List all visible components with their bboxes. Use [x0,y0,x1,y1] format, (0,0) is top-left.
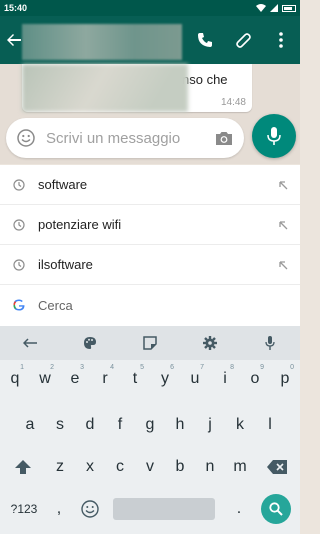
message-time: 14:48 [220,97,246,108]
blurred-message-region [22,64,188,112]
sticker-button[interactable] [120,326,180,360]
soft-keyboard: q1 w2 e3 r4 t5 y6 u7 i8 o9 p0 a s d f g … [0,326,300,534]
symbols-key[interactable]: ?123 [4,492,44,526]
key-r[interactable]: r4 [90,362,120,396]
status-icons [256,4,296,12]
call-button[interactable] [186,16,224,64]
key-a[interactable]: a [15,408,45,442]
key-w[interactable]: w2 [30,362,60,396]
emoji-icon [17,129,35,147]
backspace-icon [267,460,287,474]
settings-icon [203,336,217,350]
phone-icon [198,33,212,47]
key-u[interactable]: u7 [180,362,210,396]
key-h[interactable]: h [165,408,195,442]
voice-input-button[interactable] [240,326,300,360]
sticker-icon [143,336,157,350]
camera-icon [216,132,232,145]
key-c[interactable]: c [105,450,135,484]
space-key[interactable] [113,498,215,520]
key-q[interactable]: q1 [0,362,30,396]
camera-button[interactable] [204,118,244,158]
key-l[interactable]: l [255,408,285,442]
key-row-4: ?123 , . [0,492,300,526]
google-icon [13,299,25,311]
suggestion-label: ilsoftware [38,257,93,272]
fill-suggestion-button[interactable] [266,220,300,230]
comma-key[interactable]: , [46,492,72,526]
key-f[interactable]: f [105,408,135,442]
keyboard-toolbar [0,326,300,360]
key-e[interactable]: e3 [60,362,90,396]
period-key[interactable]: . [226,492,252,526]
emoji-button[interactable] [6,118,46,158]
north-west-arrow-icon [279,180,288,189]
key-o[interactable]: o9 [240,362,270,396]
history-icon [13,218,25,231]
keyboard-back-button[interactable] [0,326,60,360]
message-composer[interactable]: Scrivi un messaggio [6,118,244,158]
shift-icon [15,460,31,474]
fill-suggestion-button[interactable] [266,260,300,270]
key-g[interactable]: g [135,408,165,442]
fill-suggestion-button[interactable] [266,180,300,190]
mic-icon [267,127,281,145]
wifi-icon [256,4,266,12]
more-vert-icon [279,32,283,48]
battery-icon [282,4,296,12]
key-v[interactable]: v [135,450,165,484]
theme-button[interactable] [60,326,120,360]
more-options-button[interactable] [262,16,300,64]
status-bar: 15:40 [0,0,300,16]
mic-icon [265,336,275,350]
message-text: nso che [182,72,228,87]
google-search-label: Cerca [38,297,73,313]
search-suggestions: software potenziare wifi ilsoftware Cerc… [0,165,300,326]
key-x[interactable]: x [75,450,105,484]
attach-button[interactable] [224,16,262,64]
back-arrow-icon [7,34,21,46]
status-time: 15:40 [4,3,28,13]
message-input[interactable]: Scrivi un messaggio [46,130,204,147]
chat-app-bar [0,16,300,64]
history-icon [13,178,25,191]
search-action-key[interactable] [261,494,291,524]
paperclip-icon [236,33,251,48]
signal-icon [270,4,278,12]
key-n[interactable]: n [195,450,225,484]
north-west-arrow-icon [279,220,288,229]
blurred-contact-header[interactable] [22,24,182,60]
key-m[interactable]: m [225,450,255,484]
key-b[interactable]: b [165,450,195,484]
key-s[interactable]: s [45,408,75,442]
shift-key[interactable] [6,450,40,484]
key-k[interactable]: k [225,408,255,442]
google-search-row[interactable]: Cerca [0,285,300,325]
key-i[interactable]: i8 [210,362,240,396]
key-row-3: z x c v b n m [0,450,300,484]
key-d[interactable]: d [75,408,105,442]
suggestion-label: software [38,177,88,192]
key-row-1: q1 w2 e3 r4 t5 y6 u7 i8 o9 p0 [0,362,300,396]
suggestion-label: potenziare wifi [38,217,122,232]
key-t[interactable]: t5 [120,362,150,396]
back-arrow-icon [23,338,37,348]
key-j[interactable]: j [195,408,225,442]
emoji-icon [81,500,99,518]
history-icon [13,258,25,271]
backspace-key[interactable] [260,450,294,484]
suggestion-row[interactable]: ilsoftware [0,245,300,285]
north-west-arrow-icon [279,260,288,269]
key-p[interactable]: p0 [270,362,300,396]
keyboard-settings-button[interactable] [180,326,240,360]
emoji-key[interactable] [74,492,106,526]
palette-icon [84,337,96,349]
voice-message-button[interactable] [252,114,296,158]
suggestion-row[interactable]: potenziare wifi [0,205,300,245]
key-z[interactable]: z [45,450,75,484]
search-icon [269,502,283,516]
key-row-2: a s d f g h j k l [0,408,300,442]
key-y[interactable]: y6 [150,362,180,396]
suggestion-row[interactable]: software [0,165,300,205]
